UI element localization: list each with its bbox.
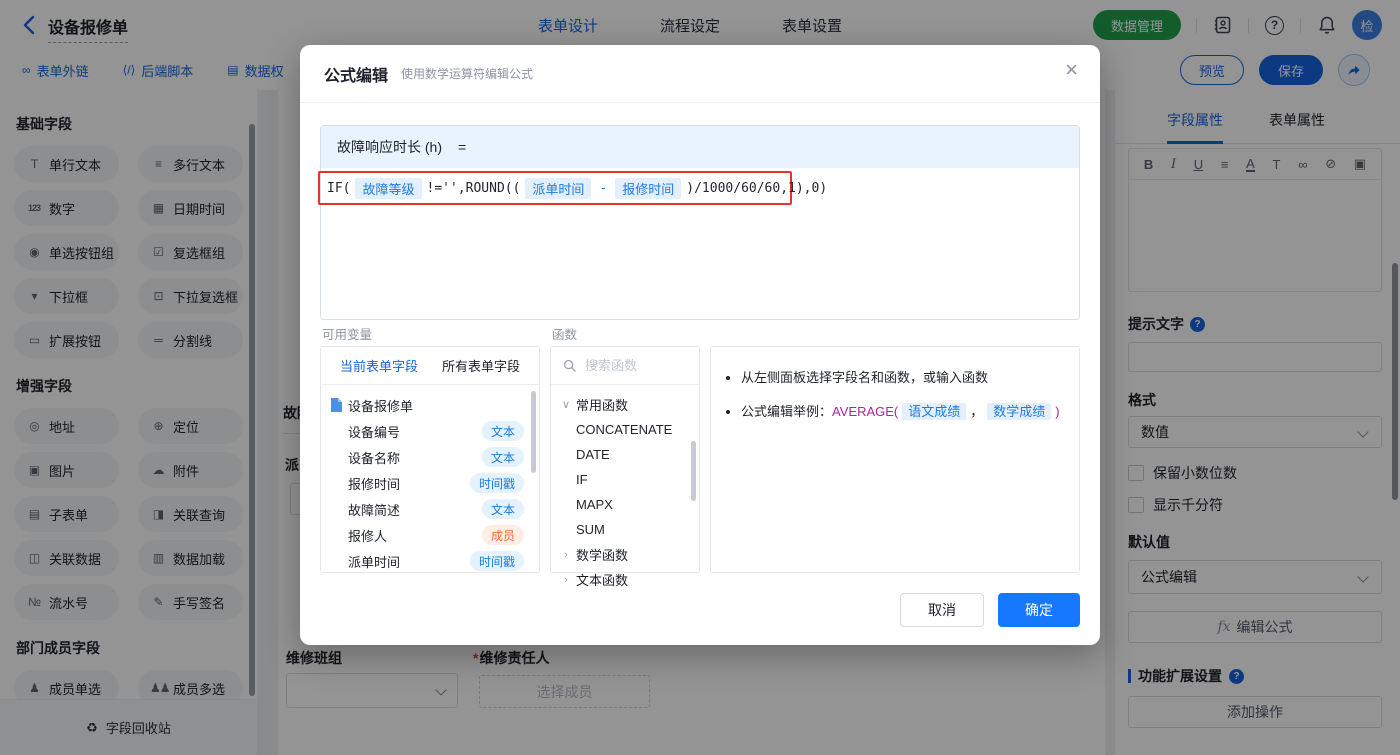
function-group-text[interactable]: › 文本函数	[551, 567, 699, 592]
help-tip-2: 公式编辑举例：AVERAGE(语文成绩，数学成绩)	[741, 401, 1079, 420]
cancel-button[interactable]: 取消	[900, 593, 984, 627]
close-icon[interactable]: ×	[1065, 59, 1078, 81]
chevron-right-icon: ›	[564, 573, 568, 586]
example-function-open: AVERAGE(	[832, 404, 899, 419]
example-chip-chinese-score: 语文成绩	[902, 403, 967, 420]
function-search	[551, 347, 699, 385]
function-search-input[interactable]	[583, 357, 687, 374]
chevron-right-icon: ›	[564, 548, 568, 561]
chevron-down-icon: ∨	[561, 399, 571, 411]
variables-tabs: 当前表单字段 所有表单字段	[321, 347, 539, 385]
formula-editor-modal: 公式编辑 使用数学运算符编辑公式 × 故障响应时长 (h) = IF( 故障等级…	[300, 45, 1100, 645]
variables-panel: 当前表单字段 所有表单字段 设备报修单 设备编号 文本 设备名称 文本 报修时间 时间…	[320, 346, 540, 573]
field-chip-dispatch-time: 派单时间	[525, 177, 592, 199]
type-badge: 时间戳	[469, 551, 524, 571]
example-chip-math-score: 数学成绩	[987, 403, 1052, 420]
formula-token: !='',ROUND((	[426, 180, 521, 196]
tab-current-form-fields[interactable]: 当前表单字段	[340, 356, 418, 375]
formula-help-panel: 从左侧面板选择字段名和函数，或输入函数 公式编辑举例：AVERAGE(语文成绩，…	[710, 346, 1080, 573]
formula-token: )/1000/60/60,1),0)	[686, 180, 828, 196]
variable-device-name[interactable]: 设备名称 文本	[321, 444, 539, 470]
variable-repair-time[interactable]: 报修时间 时间戳	[321, 470, 539, 496]
functions-scrollbar[interactable]	[691, 441, 696, 501]
variable-fault-brief[interactable]: 故障简述 文本	[321, 496, 539, 522]
function-item-date[interactable]: DATE	[551, 442, 699, 467]
function-item-if[interactable]: IF	[551, 467, 699, 492]
tab-all-form-fields[interactable]: 所有表单字段	[442, 356, 520, 375]
functions-label: 函数	[552, 328, 578, 342]
document-icon	[331, 398, 342, 412]
modal-title: 公式编辑	[324, 67, 389, 85]
confirm-button[interactable]: 确定	[998, 593, 1080, 627]
variable-dispatch-time[interactable]: 派单时间 时间戳	[321, 548, 539, 574]
functions-panel: ∨常用函数 CONCATENATE DATE IF MAPX SUM ›数学函数…	[550, 346, 700, 588]
formula-target-band: 故障响应时长 (h) =	[321, 126, 1079, 168]
variables-list: 设备报修单 设备编号 文本 设备名称 文本 报修时间 时间戳 故障简述 文本 报修人 成员…	[321, 385, 539, 574]
formula-box: 故障响应时长 (h) =	[320, 125, 1080, 320]
type-badge: 文本	[481, 421, 524, 441]
help-tip-1: 从左侧面板选择字段名和函数，或输入函数	[741, 367, 1079, 386]
modal-header: 公式编辑 使用数学运算符编辑公式	[300, 45, 1100, 103]
type-badge: 文本	[481, 447, 524, 467]
minus-operator: -	[599, 180, 608, 196]
modal-footer: 取消 确定	[900, 593, 1080, 627]
app-screen: 设备报修单 表单设计 流程设定 表单设置 数据管理 ? 检 ∞ 表单外链 ⟨/⟩ 后…	[0, 0, 1400, 755]
variables-scrollbar[interactable]	[531, 391, 536, 473]
example-function-close: )	[1055, 404, 1060, 419]
search-icon	[563, 359, 576, 372]
field-chip-repair-time: 报修时间	[615, 177, 682, 199]
function-item-sum[interactable]: SUM	[551, 517, 699, 542]
formula-target-field: 故障响应时长 (h)	[337, 139, 442, 155]
type-badge: 时间戳	[469, 473, 524, 493]
type-badge: 成员	[481, 525, 524, 545]
type-badge: 文本	[481, 499, 524, 519]
modal-subtitle: 使用数学运算符编辑公式	[401, 67, 534, 81]
formula-expression[interactable]: IF( 故障等级 !='',ROUND(( 派单时间 - 报修时间 )/1000…	[327, 175, 827, 201]
function-group-common[interactable]: ∨ 常用函数	[551, 392, 699, 417]
variable-reporter[interactable]: 报修人 成员	[321, 522, 539, 548]
variable-device-code[interactable]: 设备编号 文本	[321, 418, 539, 444]
function-group-math[interactable]: › 数学函数	[551, 542, 699, 567]
field-chip-fault-level: 故障等级	[355, 177, 422, 199]
variables-label: 可用变量	[322, 328, 373, 342]
formula-token: IF(	[327, 180, 351, 196]
function-item-mapx[interactable]: MAPX	[551, 492, 699, 517]
equals-sign: =	[458, 139, 467, 155]
function-tree: ∨ 常用函数 CONCATENATE DATE IF MAPX SUM › 数学函数…	[551, 385, 699, 592]
variables-root-node[interactable]: 设备报修单	[321, 392, 539, 418]
example-comma: ，	[970, 404, 984, 419]
function-item-concatenate[interactable]: CONCATENATE	[551, 417, 699, 442]
